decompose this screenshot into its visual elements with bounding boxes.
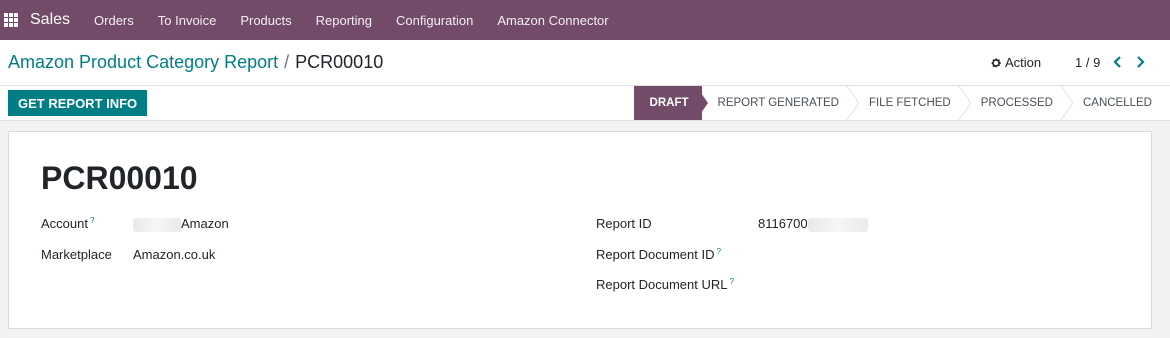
menu-item-reporting[interactable]: Reporting	[316, 13, 372, 28]
apps-menu-icon[interactable]	[4, 13, 18, 27]
stage-cancelled[interactable]: CANCELLED	[1067, 86, 1170, 120]
report-document-url-label: Report Document URL?	[596, 277, 734, 292]
breadcrumb-parent-link[interactable]: Amazon Product Category Report	[8, 52, 278, 73]
account-value[interactable]: Amazon	[133, 216, 229, 232]
stage-label: PROCESSED	[980, 97, 1053, 109]
redacted-blur	[133, 217, 181, 232]
menu-item-configuration[interactable]: Configuration	[396, 13, 473, 28]
pager-value[interactable]: 1 / 9	[1075, 55, 1100, 70]
redacted-blur	[807, 217, 868, 232]
stage-pipeline: DRAFT REPORT GENERATED FILE FETCHED PROC…	[633, 86, 1170, 120]
marketplace-value[interactable]: Amazon.co.uk	[133, 247, 215, 262]
form-sheet: PCR00010 Account? Amazon Marketplace Ama…	[8, 131, 1152, 329]
status-bar: GET REPORT INFO DRAFT REPORT GENERATED F…	[0, 86, 1170, 121]
menu-item-amazon-connector[interactable]: Amazon Connector	[497, 13, 608, 28]
stage-file-fetched[interactable]: FILE FETCHED	[853, 86, 971, 120]
action-menu-button[interactable]: Action	[990, 55, 1041, 70]
gear-icon	[991, 57, 1001, 67]
menu-item-to-invoice[interactable]: To Invoice	[158, 13, 217, 28]
stage-report-generated[interactable]: REPORT GENERATED	[702, 86, 859, 120]
stage-label: DRAFT	[649, 97, 689, 109]
control-panel: Amazon Product Category Report / PCR0001…	[0, 40, 1170, 86]
report-id-value[interactable]: 8116700	[758, 216, 868, 232]
help-tooltip-icon[interactable]: ?	[717, 247, 721, 256]
menu-item-orders[interactable]: Orders	[94, 13, 134, 28]
help-tooltip-icon[interactable]: ?	[90, 216, 94, 225]
app-brand[interactable]: Sales	[30, 11, 70, 29]
breadcrumb-separator: /	[284, 52, 290, 72]
chevron-left-icon[interactable]	[1111, 55, 1125, 69]
chevron-right-icon[interactable]	[1133, 55, 1147, 69]
breadcrumb: Amazon Product Category Report / PCR0001…	[8, 52, 383, 73]
marketplace-label: Marketplace	[41, 247, 112, 262]
stage-label: CANCELLED	[1082, 97, 1152, 109]
account-label: Account?	[41, 216, 95, 231]
menu-item-products[interactable]: Products	[240, 13, 291, 28]
breadcrumb-current: PCR00010	[295, 52, 384, 72]
report-document-id-label: Report Document ID?	[596, 247, 721, 262]
stage-draft[interactable]: DRAFT	[633, 86, 708, 120]
record-title: PCR00010	[41, 160, 198, 196]
action-label: Action	[1005, 55, 1042, 70]
stage-processed[interactable]: PROCESSED	[965, 86, 1073, 120]
stage-label: REPORT GENERATED	[717, 97, 839, 109]
help-tooltip-icon[interactable]: ?	[730, 277, 734, 286]
top-navbar: Sales Orders To Invoice Products Reporti…	[0, 0, 1170, 40]
report-id-label: Report ID	[596, 216, 652, 231]
get-report-info-button[interactable]: GET REPORT INFO	[8, 90, 148, 116]
stage-label: FILE FETCHED	[868, 97, 951, 109]
